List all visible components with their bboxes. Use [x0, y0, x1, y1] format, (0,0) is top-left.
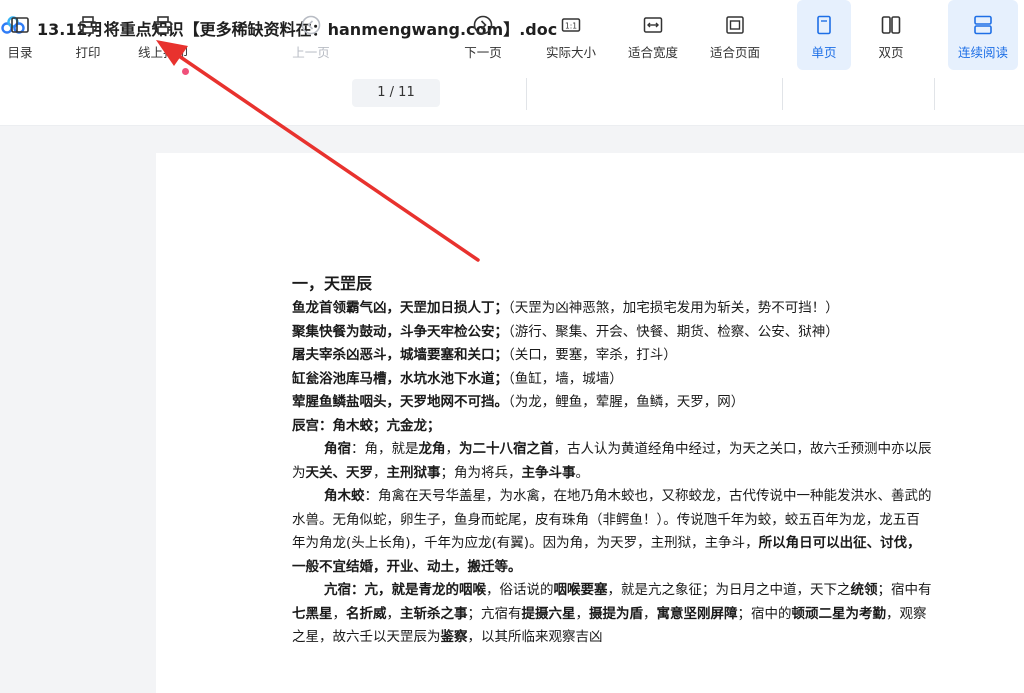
- single-page-icon: [817, 15, 831, 35]
- paragraph-jiao-mu-jiao: 角木蛟：角禽在天号华盖星，为水禽，在地乃角木蛟也，又称蛟龙，古代传说中一种能发洪…: [292, 488, 932, 575]
- continuous-read-button[interactable]: 连续阅读: [948, 0, 1018, 70]
- actual-size-icon: 1:1: [561, 18, 581, 32]
- toc-label: 目录: [7, 45, 33, 60]
- verse-line: 缸瓮浴池库马槽，水坑水池下水道；（鱼缸，墙，城墙）: [292, 370, 623, 387]
- section-heading: 一，天罡辰: [292, 274, 373, 293]
- online-printer-icon: [154, 16, 172, 34]
- single-page-label: 单页: [811, 45, 837, 60]
- verse-line: 鱼龙首领霸气凶，天罡加日损人丁；（天罡为凶神恶煞，加宅损宅发用为斩关，势不可挡！…: [292, 300, 839, 316]
- chevron-right-circle-icon: [473, 15, 493, 35]
- fit-width-label: 适合宽度: [627, 45, 678, 60]
- prev-page-label: 上一页: [292, 45, 330, 60]
- print-label: 打印: [75, 45, 101, 60]
- prev-page-button[interactable]: 上一页: [284, 0, 338, 70]
- fit-page-label: 适合页面: [709, 45, 760, 60]
- svg-text:1:1: 1:1: [565, 22, 577, 31]
- double-page-icon: [881, 16, 901, 34]
- page-number-input[interactable]: 1 / 11: [352, 79, 440, 107]
- printer-icon: [79, 16, 97, 34]
- verse-line: 屠夫宰杀凶恶斗，城墙要塞和关口；（关口，要塞，宰杀，打斗）: [292, 347, 677, 363]
- print-button[interactable]: 打印: [66, 0, 110, 70]
- new-badge-dot: [182, 68, 189, 75]
- online-print-button[interactable]: 线上打印: [132, 0, 194, 70]
- paragraph-kang-xiu: 亢宿：亢，就是青龙的咽喉，俗话说的咽喉要塞，就是亢之象征；为日月之中道，天下之统…: [292, 582, 932, 645]
- next-page-button[interactable]: 下一页: [456, 0, 510, 70]
- toolbar-divider: [526, 78, 527, 110]
- double-page-button[interactable]: 双页: [864, 0, 918, 70]
- actual-size-button[interactable]: 1:1 实际大小: [538, 0, 604, 70]
- paragraph-jiao-xiu: 角宿：角，就是龙角，为二十八宿之首，古人认为黄道经角中经过，为天之关口，故六壬预…: [292, 441, 932, 481]
- double-page-label: 双页: [878, 45, 904, 60]
- verse-line: 聚集快餐为鼓动，斗争天牢检公安；（游行、聚集、开会、快餐、期货、检察、公安、狱神…: [292, 323, 839, 340]
- toolbar-divider: [934, 78, 935, 110]
- fit-page-button[interactable]: 适合页面: [702, 0, 768, 70]
- document-content: 一，天罡辰 鱼龙首领霸气凶，天罡加日损人丁；（天罡为凶神恶煞，加宅损宅发用为斩关…: [292, 272, 932, 650]
- verse-line: 辰宫：角木蛟；亢金龙；: [292, 417, 441, 434]
- fit-width-button[interactable]: 适合宽度: [620, 0, 686, 70]
- chevron-left-circle-icon: [301, 15, 321, 35]
- verse-line: 荤腥鱼鳞盐咽头，天罗地网不可挡。（为龙，鲤鱼，荤腥，鱼鳞，天罗，网）: [292, 394, 745, 410]
- continuous-read-icon: [974, 15, 992, 35]
- toc-button[interactable]: 目录: [0, 0, 40, 70]
- toc-icon: [11, 17, 29, 33]
- fit-page-icon: [726, 16, 744, 34]
- continuous-read-label: 连续阅读: [957, 45, 1008, 60]
- actual-size-label: 实际大小: [545, 45, 596, 60]
- next-page-label: 下一页: [464, 45, 502, 60]
- toolbar-divider: [782, 78, 783, 110]
- fit-width-icon: [643, 17, 663, 33]
- online-print-label: 线上打印: [137, 45, 188, 60]
- single-page-button[interactable]: 单页: [797, 0, 851, 70]
